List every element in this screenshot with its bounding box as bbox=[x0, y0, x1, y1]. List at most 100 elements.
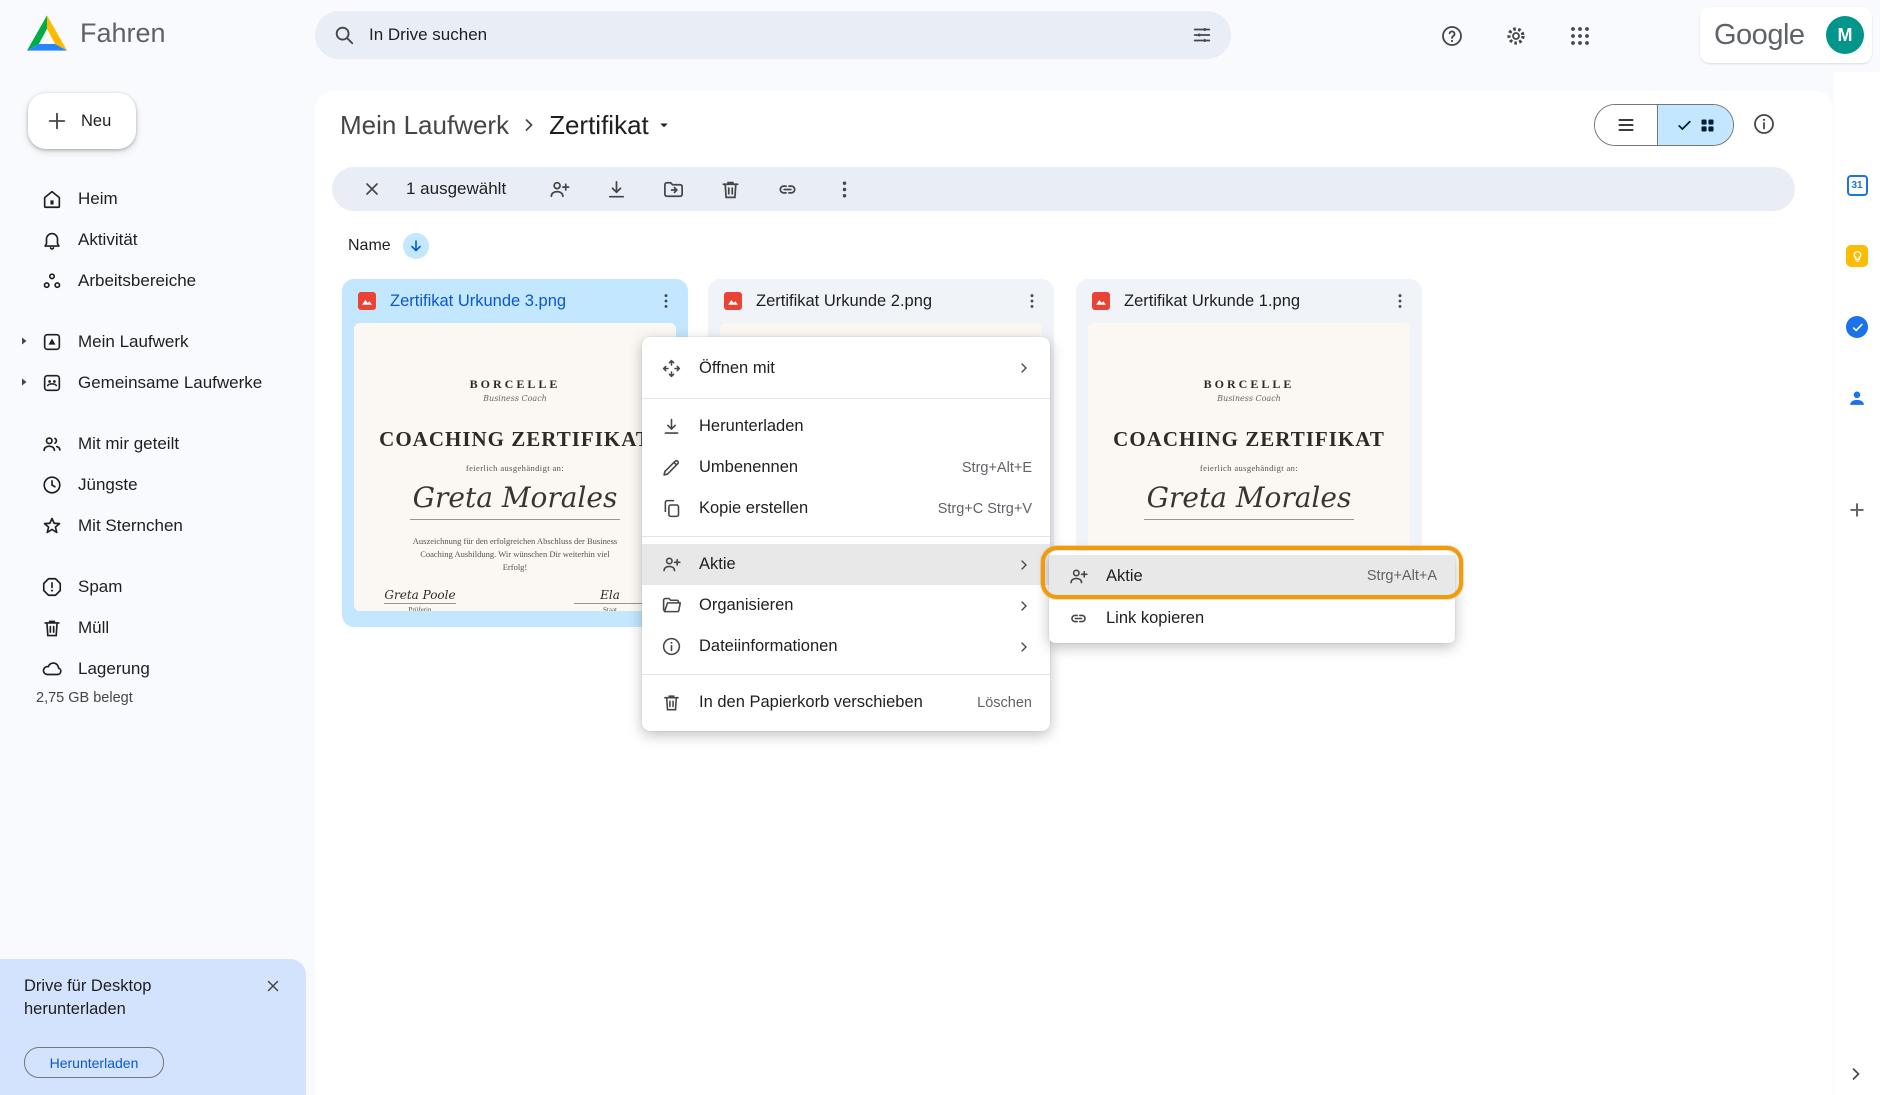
grid-view-button-active[interactable] bbox=[1658, 105, 1733, 145]
image-file-icon bbox=[358, 292, 376, 310]
keep-icon[interactable] bbox=[1845, 244, 1869, 268]
menu-item-share[interactable]: Aktie bbox=[642, 544, 1050, 585]
menu-item-label: Kopie erstellen bbox=[699, 499, 809, 517]
search-input[interactable]: In Drive suchen bbox=[315, 11, 1231, 59]
menu-item-open-with[interactable]: Öffnen mit bbox=[642, 345, 1050, 391]
file-more-options-icon[interactable] bbox=[656, 291, 676, 311]
workspaces-icon bbox=[40, 270, 64, 292]
shared-drives-icon bbox=[40, 372, 64, 394]
search-filter-icon[interactable] bbox=[1191, 24, 1213, 46]
certificate-signature: Greta Poole bbox=[384, 587, 456, 602]
person-add-icon bbox=[660, 554, 682, 575]
promo-download-button[interactable]: Herunterladen bbox=[24, 1047, 164, 1078]
move-to-folder-icon[interactable] bbox=[662, 178, 685, 201]
folder-icon bbox=[660, 595, 682, 616]
my-drive-icon bbox=[40, 331, 64, 353]
help-icon[interactable] bbox=[1432, 16, 1472, 56]
close-icon[interactable] bbox=[258, 971, 288, 1001]
menu-item-label: In den Papierkorb verschieben bbox=[699, 693, 923, 711]
submenu-item-share[interactable]: Aktie Strg+Alt+A bbox=[1049, 555, 1455, 597]
menu-item-label: Dateiinformationen bbox=[699, 637, 838, 655]
file-card-zertifikat-urkunde-3[interactable]: Zertifikat Urkunde 3.png BORCELLE Busine… bbox=[342, 279, 688, 627]
sidebar-item-label: Jüngste bbox=[78, 474, 138, 494]
sidebar-item-recent[interactable]: Jüngste bbox=[8, 464, 300, 505]
certificate-artwork: BORCELLE Business Coach COACHING ZERTIFI… bbox=[1088, 323, 1410, 520]
collapse-panel-chevron-icon[interactable] bbox=[1846, 1064, 1866, 1084]
menu-item-label: Aktie bbox=[699, 555, 736, 573]
star-icon bbox=[40, 515, 64, 537]
file-more-options-icon[interactable] bbox=[1390, 291, 1410, 311]
new-button-label: Neu bbox=[81, 111, 112, 130]
sidebar-item-label: Müll bbox=[78, 617, 110, 637]
selection-count: 1 ausgewählt bbox=[406, 179, 507, 198]
new-button[interactable]: Neu bbox=[28, 93, 136, 149]
info-icon[interactable] bbox=[1752, 112, 1776, 136]
certificate-body: Auszeichnung für den erfolgreichen Absch… bbox=[412, 536, 618, 573]
sidebar-item-workspaces[interactable]: Arbeitsbereiche bbox=[8, 260, 300, 301]
download-icon[interactable] bbox=[605, 178, 628, 201]
submenu-item-label: Link kopieren bbox=[1106, 608, 1205, 627]
home-icon bbox=[40, 188, 64, 210]
submenu-arrow-icon bbox=[1021, 363, 1027, 373]
sidebar-item-my-drive[interactable]: Mein Laufwerk bbox=[8, 321, 300, 362]
menu-item-organize[interactable]: Organisieren bbox=[642, 585, 1050, 626]
share-person-add-icon[interactable] bbox=[548, 178, 571, 201]
certificate-right-role: Staat bbox=[603, 605, 617, 611]
breadcrumb-current[interactable]: Zertifikat bbox=[549, 110, 673, 141]
drive-triangle-icon bbox=[26, 14, 68, 52]
file-card-header: Zertifikat Urkunde 1.png bbox=[1076, 279, 1422, 323]
selection-toolbar: 1 ausgewählt bbox=[332, 167, 1795, 211]
list-view-button[interactable] bbox=[1595, 105, 1658, 145]
sidebar-item-shared-with-me[interactable]: Mit mir geteilt bbox=[8, 423, 300, 464]
link-icon bbox=[1067, 608, 1089, 629]
clear-selection-icon[interactable] bbox=[362, 179, 382, 199]
sidebar-item-activity[interactable]: Aktivität bbox=[8, 219, 300, 260]
copy-link-icon[interactable] bbox=[776, 178, 799, 201]
info-icon bbox=[660, 636, 682, 657]
sidebar-item-storage[interactable]: Lagerung bbox=[8, 648, 300, 689]
sidebar-item-shared-drives[interactable]: Gemeinsame Laufwerke bbox=[8, 362, 300, 403]
drive-logo[interactable]: Fahren bbox=[26, 14, 166, 52]
submenu-arrow-icon bbox=[1021, 559, 1027, 570]
menu-item-move-to-trash[interactable]: In den Papierkorb verschieben Löschen bbox=[642, 682, 1050, 723]
expand-arrow-icon[interactable] bbox=[18, 376, 30, 388]
file-name: Zertifikat Urkunde 1.png bbox=[1124, 291, 1301, 310]
expand-arrow-icon[interactable] bbox=[18, 335, 30, 347]
sort-control[interactable]: Name bbox=[348, 233, 429, 259]
more-options-icon[interactable] bbox=[833, 178, 856, 201]
account-chip[interactable]: Google M bbox=[1700, 7, 1872, 63]
file-thumbnail: BORCELLE Business Coach COACHING ZERTIFI… bbox=[354, 323, 676, 611]
trash-icon[interactable] bbox=[719, 178, 742, 201]
sidebar-item-label: Lagerung bbox=[78, 658, 150, 678]
sidebar-item-spam[interactable]: Spam bbox=[8, 566, 300, 607]
calendar-icon[interactable]: 31 bbox=[1845, 173, 1869, 197]
sidebar-item-label: Heim bbox=[78, 188, 118, 208]
google-wordmark: Google bbox=[1714, 18, 1805, 51]
submenu-item-copy-link[interactable]: Link kopieren bbox=[1049, 597, 1455, 639]
add-panel-icon[interactable]: + bbox=[1845, 495, 1869, 525]
tasks-icon[interactable] bbox=[1845, 315, 1869, 339]
spam-icon bbox=[40, 576, 64, 598]
search-icon[interactable] bbox=[333, 24, 355, 46]
certificate-signature-role: Prüferin bbox=[408, 605, 432, 611]
sidebar-item-home[interactable]: Heim bbox=[8, 178, 300, 219]
menu-item-make-copy[interactable]: Kopie erstellen Strg+C Strg+V bbox=[642, 488, 1050, 529]
contacts-icon[interactable] bbox=[1845, 386, 1869, 410]
menu-item-download[interactable]: Herunterladen bbox=[642, 406, 1050, 447]
settings-gear-icon[interactable] bbox=[1496, 16, 1536, 56]
sidebar-item-starred[interactable]: Mit Sternchen bbox=[8, 505, 300, 546]
image-file-icon bbox=[1092, 292, 1110, 310]
check-icon bbox=[1677, 120, 1691, 130]
sidebar-item-label: Spam bbox=[78, 576, 123, 596]
apps-grid-icon[interactable] bbox=[1560, 16, 1600, 56]
menu-item-rename[interactable]: Umbenennen Strg+Alt+E bbox=[642, 447, 1050, 488]
search-placeholder: In Drive suchen bbox=[369, 25, 488, 44]
sidebar-item-trash[interactable]: Müll bbox=[8, 607, 300, 648]
certificate-brand-subtitle: Business Coach bbox=[483, 394, 547, 403]
menu-item-file-information[interactable]: Dateiinformationen bbox=[642, 626, 1050, 667]
avatar[interactable]: M bbox=[1826, 16, 1864, 54]
breadcrumb-parent[interactable]: Mein Laufwerk bbox=[340, 110, 509, 141]
sort-direction-icon[interactable] bbox=[402, 233, 429, 259]
file-more-options-icon[interactable] bbox=[1022, 291, 1042, 311]
certificate-brand: BORCELLE bbox=[469, 377, 561, 391]
